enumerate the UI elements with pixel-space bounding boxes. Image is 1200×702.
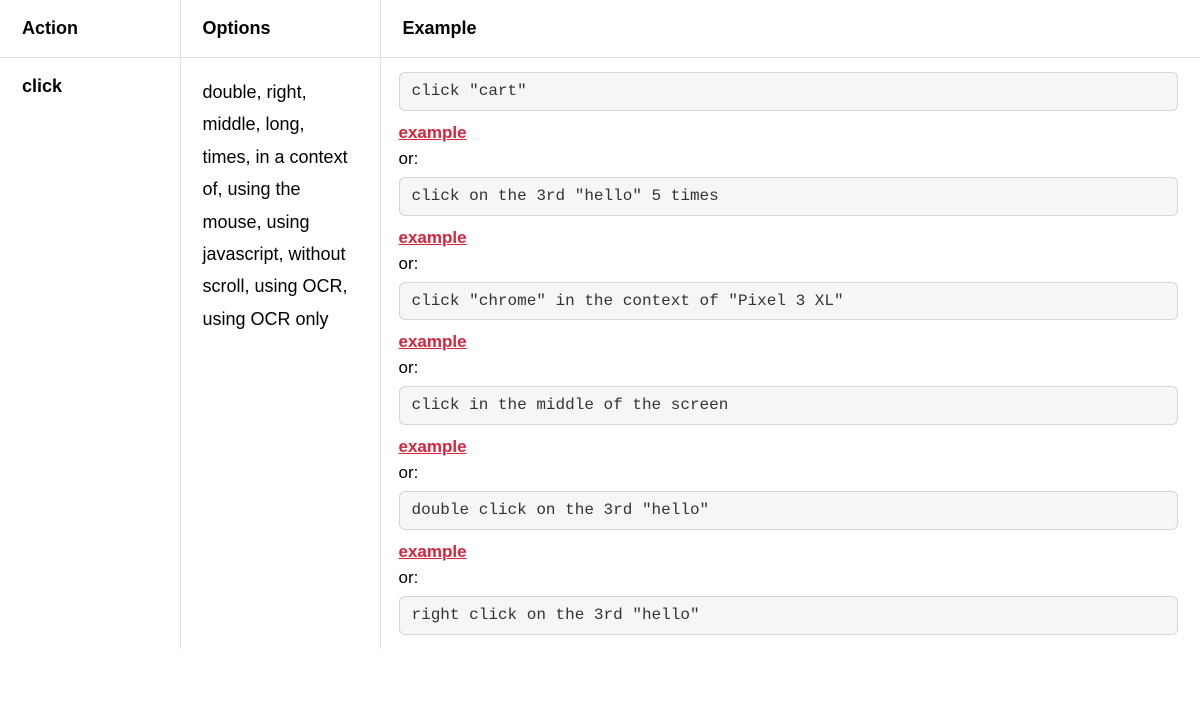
or-text: or: xyxy=(399,463,1179,483)
example-link[interactable]: example xyxy=(399,437,467,457)
header-example: Example xyxy=(380,0,1200,58)
table-header-row: Action Options Example xyxy=(0,0,1200,58)
code-block: click "cart" xyxy=(399,72,1179,111)
or-text: or: xyxy=(399,149,1179,169)
example-link[interactable]: example xyxy=(399,542,467,562)
header-options: Options xyxy=(180,0,380,58)
code-block: double click on the 3rd "hello" xyxy=(399,491,1179,530)
cell-options: double, right, middle, long, times, in a… xyxy=(180,58,380,649)
or-text: or: xyxy=(399,254,1179,274)
example-group: click in the middle of the screen exampl… xyxy=(399,386,1179,483)
header-action: Action xyxy=(0,0,180,58)
table-row: click double, right, middle, long, times… xyxy=(0,58,1200,649)
options-text: double, right, middle, long, times, in a… xyxy=(203,82,348,329)
actions-table: Action Options Example click double, rig… xyxy=(0,0,1200,649)
example-group: right click on the 3rd "hello" xyxy=(399,596,1179,635)
example-link[interactable]: example xyxy=(399,228,467,248)
example-group: click "chrome" in the context of "Pixel … xyxy=(399,282,1179,379)
code-block: right click on the 3rd "hello" xyxy=(399,596,1179,635)
code-block: click "chrome" in the context of "Pixel … xyxy=(399,282,1179,321)
example-link[interactable]: example xyxy=(399,332,467,352)
action-name: click xyxy=(22,76,62,96)
example-link[interactable]: example xyxy=(399,123,467,143)
cell-example: click "cart" example or: click on the 3r… xyxy=(380,58,1200,649)
example-group: click "cart" example or: xyxy=(399,72,1179,169)
or-text: or: xyxy=(399,568,1179,588)
cell-action: click xyxy=(0,58,180,649)
example-group: click on the 3rd "hello" 5 times example… xyxy=(399,177,1179,274)
code-block: click in the middle of the screen xyxy=(399,386,1179,425)
example-group: double click on the 3rd "hello" example … xyxy=(399,491,1179,588)
code-block: click on the 3rd "hello" 5 times xyxy=(399,177,1179,216)
or-text: or: xyxy=(399,358,1179,378)
